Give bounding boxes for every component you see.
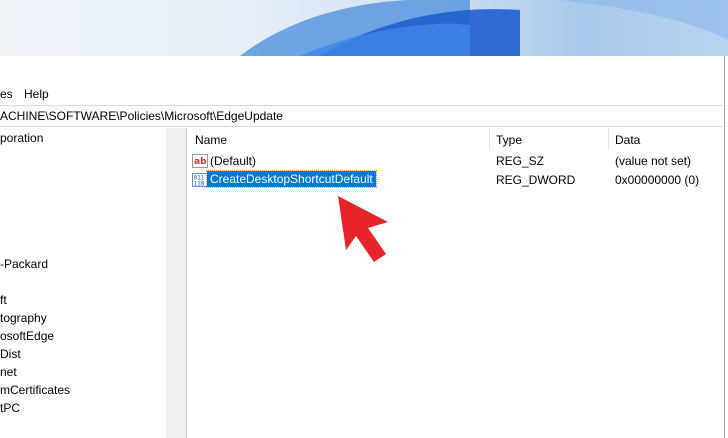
svg-text:110: 110: [194, 181, 205, 188]
list-row-selected[interactable]: 011 110 CreateDesktopShortcutDefault REG…: [187, 170, 723, 189]
wallpaper-bloom: [240, 0, 728, 56]
tree-item[interactable]: osoftEdge: [0, 329, 54, 343]
svg-text:ab: ab: [194, 157, 207, 167]
value-data: 0x00000000 (0): [615, 173, 700, 187]
value-name: (Default): [210, 154, 257, 168]
column-header-name[interactable]: Name: [195, 133, 227, 147]
pane-splitter[interactable]: [166, 128, 187, 438]
tree-item[interactable]: ft: [0, 293, 7, 307]
values-list-pane: Name Type Data ab (Default) REG_SZ (valu…: [187, 128, 723, 438]
list-row[interactable]: ab (Default) REG_SZ (value not set): [187, 152, 723, 170]
reg-dword-icon: 011 110: [192, 173, 208, 188]
address-bar[interactable]: ACHINE\SOFTWARE\Policies\Microsoft\EdgeU…: [0, 105, 722, 127]
tree-item[interactable]: mCertificates: [0, 383, 70, 397]
column-divider[interactable]: [489, 128, 490, 150]
list-header: Name Type Data: [187, 128, 723, 150]
column-header-data[interactable]: Data: [615, 133, 640, 147]
reg-sz-icon: ab: [192, 154, 208, 168]
tree-item[interactable]: Dist: [0, 347, 21, 361]
tree-item[interactable]: net: [0, 365, 17, 379]
menu-bar: es Help: [0, 84, 724, 104]
column-divider[interactable]: [608, 128, 609, 150]
key-tree-pane: poration -Packard ft tography osoftEdge …: [0, 128, 167, 438]
column-header-type[interactable]: Type: [496, 133, 522, 147]
tree-item[interactable]: tography: [0, 311, 47, 325]
tree-item[interactable]: -Packard: [0, 257, 48, 271]
value-name[interactable]: CreateDesktopShortcutDefault: [206, 170, 377, 188]
desktop-wallpaper: [0, 0, 728, 56]
value-data: (value not set): [615, 154, 692, 168]
menu-help[interactable]: Help: [24, 87, 49, 101]
menu-favorites[interactable]: es: [0, 87, 13, 101]
value-type: REG_SZ: [496, 154, 545, 168]
value-type: REG_DWORD: [496, 173, 576, 187]
tree-item[interactable]: poration: [0, 131, 43, 145]
pointer-arrow-icon: [338, 196, 388, 262]
tree-item[interactable]: tPC: [0, 401, 20, 415]
address-path[interactable]: ACHINE\SOFTWARE\Policies\Microsoft\EdgeU…: [0, 109, 283, 123]
